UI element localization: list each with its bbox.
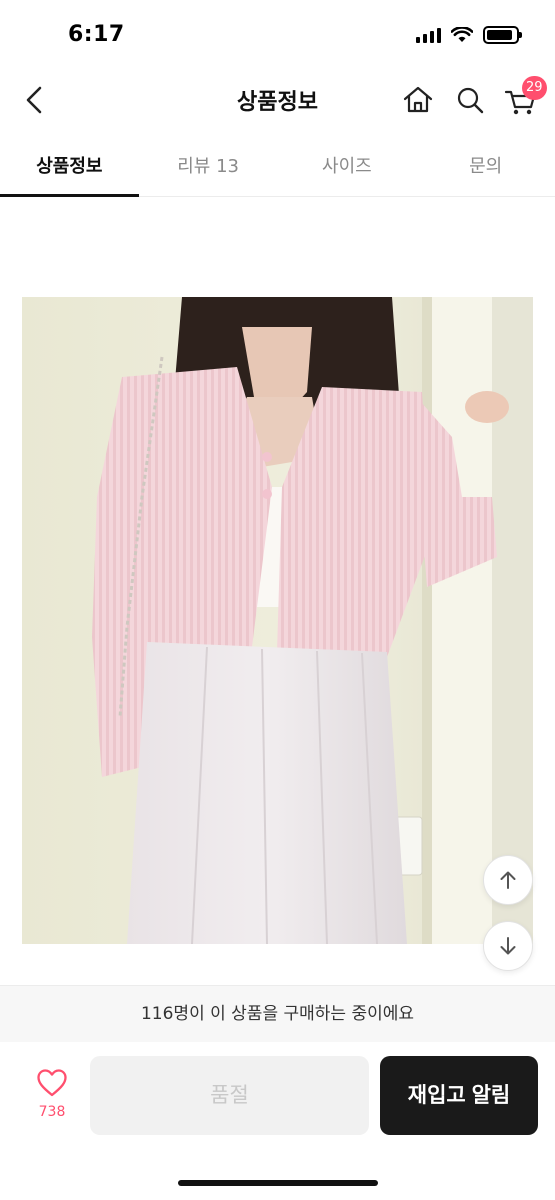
bottom-purchase-bar: 116명이 이 상품을 구매하는 중이에요 738 품절 재입고 알림 [0,985,555,1200]
status-icons [416,26,522,44]
search-button[interactable] [452,80,488,120]
status-bar: 6:17 [0,0,555,70]
buyers-count-banner: 116명이 이 상품을 구매하는 중이에요 [0,986,555,1042]
scroll-top-button[interactable] [483,855,533,905]
tab-inquiry[interactable]: 문의 [416,135,555,196]
product-photo-illustration [22,297,533,944]
scroll-bottom-button[interactable] [483,921,533,971]
battery-icon [483,26,522,44]
tab-product-info[interactable]: 상품정보 [0,135,139,197]
home-icon [403,86,433,113]
wifi-icon [451,27,473,42]
tab-size[interactable]: 사이즈 [278,135,417,196]
arrow-up-icon [500,871,516,889]
restock-alert-button[interactable]: 재입고 알림 [380,1056,538,1135]
home-button[interactable] [400,80,436,120]
product-photo [22,297,533,944]
home-indicator [178,1180,378,1186]
app-header: 상품정보 [0,70,555,130]
like-button[interactable]: 738 [24,1068,80,1128]
battery-level [487,30,513,40]
arrow-down-icon [500,937,516,955]
cart-count-badge: 29 [522,76,547,100]
search-icon [457,87,484,114]
heart-icon [37,1069,67,1097]
soldout-button: 품절 [90,1056,369,1135]
cellular-signal-icon [416,27,441,43]
product-tabs: 상품정보 리뷰 13 사이즈 문의 [0,135,555,197]
like-count: 738 [38,1104,66,1120]
tab-reviews[interactable]: 리뷰 13 [139,135,278,196]
status-time: 6:17 [68,22,125,47]
